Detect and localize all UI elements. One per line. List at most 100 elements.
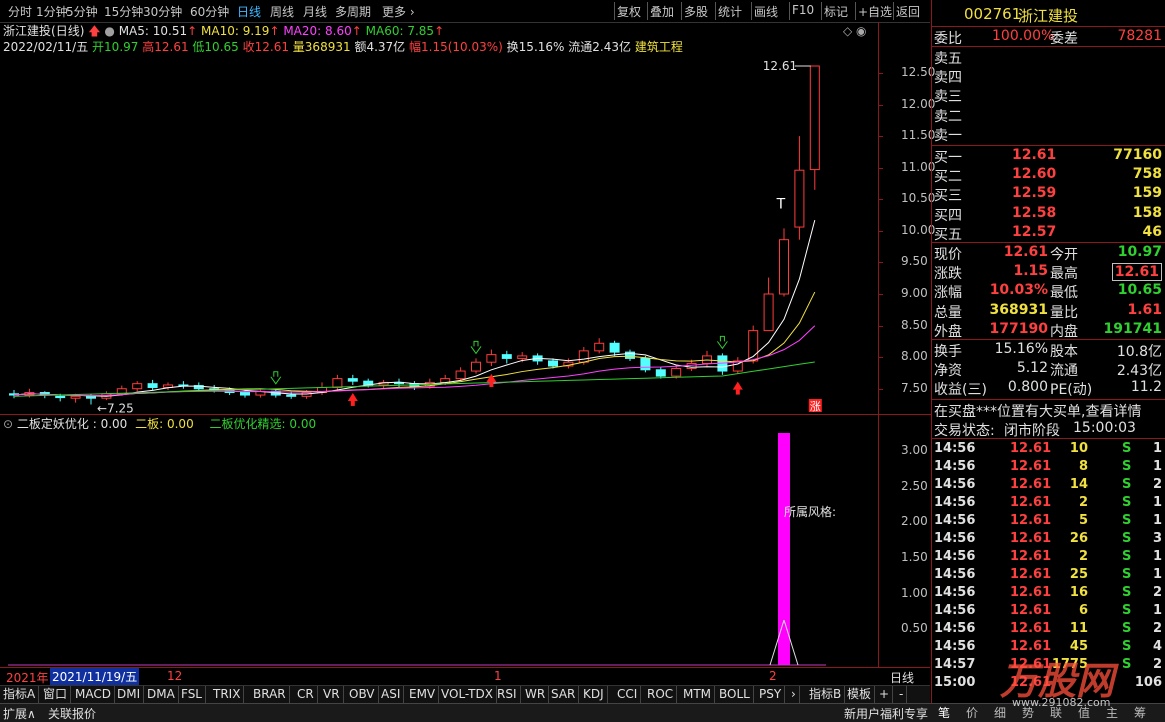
candle (332, 374, 343, 390)
indicator-tab-16[interactable]: SAR (548, 686, 580, 703)
toolbar-separator (855, 2, 856, 20)
toolbar-separator (614, 2, 615, 20)
stat-label: 最高 (1050, 266, 1078, 283)
toolbar-tab-2[interactable]: 5分钟 (66, 3, 98, 20)
toolbar-tab-10[interactable]: 更多 › (382, 3, 415, 20)
tick-count: 4 (1152, 639, 1162, 654)
candle (702, 350, 712, 368)
indicator-tab-18[interactable]: CCI (614, 686, 642, 703)
indicator-tab-27[interactable]: - (896, 686, 908, 703)
toolbar-button-3[interactable]: 统计 (718, 3, 742, 20)
toolbar-button-7[interactable]: +自选 (858, 3, 892, 20)
bid-price: 12.59 (1012, 185, 1057, 202)
amount-value: 额4.37亿 (354, 40, 406, 54)
side-tab-2[interactable]: 细 (994, 704, 1006, 721)
bid-row[interactable]: 买四 12.58 158 (932, 205, 1165, 224)
indicator-tab-1[interactable]: 窗口 (40, 686, 72, 703)
indicator-tab-21[interactable]: BOLL (716, 686, 754, 703)
expand-button[interactable]: 扩展∧ (3, 705, 36, 722)
stat-row: 涨跌 1.15 最高 12.61 (932, 263, 1165, 283)
toolbar-tab-7[interactable]: 周线 (270, 3, 294, 20)
toolbar-tab-5[interactable]: 60分钟 (190, 3, 229, 20)
time-axis: 2021年 2021/11/19/五 12 1 2 日线 (0, 667, 930, 685)
tick-time: 14:56 (934, 495, 976, 510)
indicator-tab-7[interactable]: BRAR (250, 686, 290, 703)
indicator-tab-10[interactable]: OBV (346, 686, 379, 703)
toolbar-separator (647, 2, 648, 20)
toolbar-button-8[interactable]: 返回 (896, 3, 920, 20)
indicator-tab-4[interactable]: DMA (144, 686, 179, 703)
toolbar-button-1[interactable]: 叠加 (650, 3, 674, 20)
indicator-tab-9[interactable]: VR (320, 686, 344, 703)
stat-row: 涨幅 10.03% 最低 10.65 (932, 282, 1165, 302)
tick-count: 1 (1152, 567, 1162, 582)
toolbar-button-0[interactable]: 复权 (617, 3, 641, 20)
bar-date: 2022/02/11/五 (3, 40, 89, 54)
tick-count: 2 (1152, 585, 1162, 600)
indicator-tab-13[interactable]: VOL-TDX (438, 686, 497, 703)
indicator-tab-12[interactable]: EMV (406, 686, 440, 703)
stat-row: 外盘 177190 内盘 191741 (932, 321, 1165, 340)
bid-row[interactable]: 买三 12.59 159 (932, 185, 1165, 204)
indicator-tab-25[interactable]: 模板 (844, 686, 876, 703)
toolbar-button-5[interactable]: F10 (792, 3, 814, 17)
side-tab-0[interactable]: 笔 (938, 704, 950, 721)
stat-label: 今开 (1050, 247, 1078, 263)
limit-up-badge: 涨 (808, 399, 822, 413)
toolbar-tab-9[interactable]: 多周期 (335, 3, 371, 20)
chart-corner-icons[interactable]: ◇ ◉ (843, 24, 867, 38)
indicator-tab-3[interactable]: DMI (114, 686, 145, 703)
candle (501, 350, 512, 364)
indicator-tab-23[interactable]: › (788, 686, 800, 703)
indicator-tab-22[interactable]: PSY (756, 686, 786, 703)
indicator-tab-0[interactable]: 指标A (0, 686, 40, 703)
ask-row[interactable]: 卖四 (932, 67, 1165, 86)
toolbar-button-2[interactable]: 多股 (684, 3, 708, 20)
toolbar-tab-0[interactable]: 分时 (8, 3, 32, 20)
indicator-tab-20[interactable]: MTM (680, 686, 716, 703)
toolbar-tab-8[interactable]: 月线 (303, 3, 327, 20)
indicator-tab-19[interactable]: ROC (644, 686, 678, 703)
ask-row[interactable]: 卖三 (932, 86, 1165, 105)
status-time: 15:00:03 (1073, 420, 1136, 436)
ask-row[interactable]: 卖五 (932, 48, 1165, 67)
stat-label: 涨幅 (934, 285, 962, 302)
toolbar-tab-4[interactable]: 30分钟 (143, 3, 182, 20)
indicator-tab-2[interactable]: MACD (72, 686, 115, 703)
indicator-tab-5[interactable]: FSL (178, 686, 206, 703)
ask-row[interactable]: 卖一 (932, 125, 1165, 144)
bid-volume: 77160 (1113, 147, 1162, 163)
side-tab-1[interactable]: 价 (966, 704, 978, 721)
side-tab-7[interactable]: 筹 (1134, 704, 1146, 721)
kline-chart[interactable]: 12.61 ←7.25 T 涨 (0, 54, 878, 414)
chart-toolbar: 分时 1分钟 5分钟 15分钟 30分钟 60分钟 日线 周线 月线 多周期 更多 › 复权 叠加 多股统… (0, 0, 930, 23)
toolbar-tab-6[interactable]: 日线 (237, 3, 261, 20)
toolbar-button-6[interactable]: 标记 (824, 3, 848, 20)
indicator-tab-24[interactable]: 指标B (806, 686, 846, 703)
candle (625, 349, 635, 361)
big-order-notice[interactable]: 在买盘***位置有大买单,查看详情 (934, 401, 1141, 421)
tick-volume: 25 (1069, 567, 1088, 582)
tick-count: 1 (1152, 513, 1162, 528)
indicator-tab-15[interactable]: WR (522, 686, 550, 703)
indicator-tab-14[interactable]: RSI (494, 686, 521, 703)
tick-row: 14:56 12.61 6 S 1 (932, 603, 1165, 621)
bid-row[interactable]: 买一 12.61 77160 (932, 147, 1165, 166)
indicator-tab-8[interactable]: CR (294, 686, 318, 703)
indicator-panel[interactable]: ⊙ 二板定妖优化 : 0.00 二板: 0.00 二板优化精选: 0.00 所属… (0, 414, 878, 667)
indicator-tab-26[interactable]: + (876, 686, 894, 703)
dropdown-icon[interactable]: ● (104, 24, 114, 38)
related-quote-button[interactable]: 关联报价 (48, 705, 96, 722)
ask-row[interactable]: 卖二 (932, 106, 1165, 125)
toolbar-tab-3[interactable]: 15分钟 (104, 3, 143, 20)
toolbar-button-4[interactable]: 画线 (754, 3, 778, 20)
candle (147, 379, 158, 390)
indicator-tab-17[interactable]: KDJ (580, 686, 608, 703)
bid-row[interactable]: 买五 12.57 46 (932, 224, 1165, 243)
indicator-tab-6[interactable]: TRIX (210, 686, 245, 703)
bid-row[interactable]: 买二 12.60 758 (932, 166, 1165, 185)
indicator-tab-11[interactable]: ASI (378, 686, 405, 703)
toolbar-tab-1[interactable]: 1分钟 (36, 3, 68, 20)
promo-link[interactable]: 新用户福利专享 (844, 705, 928, 722)
price-tick-label: 9.00 (901, 286, 928, 300)
